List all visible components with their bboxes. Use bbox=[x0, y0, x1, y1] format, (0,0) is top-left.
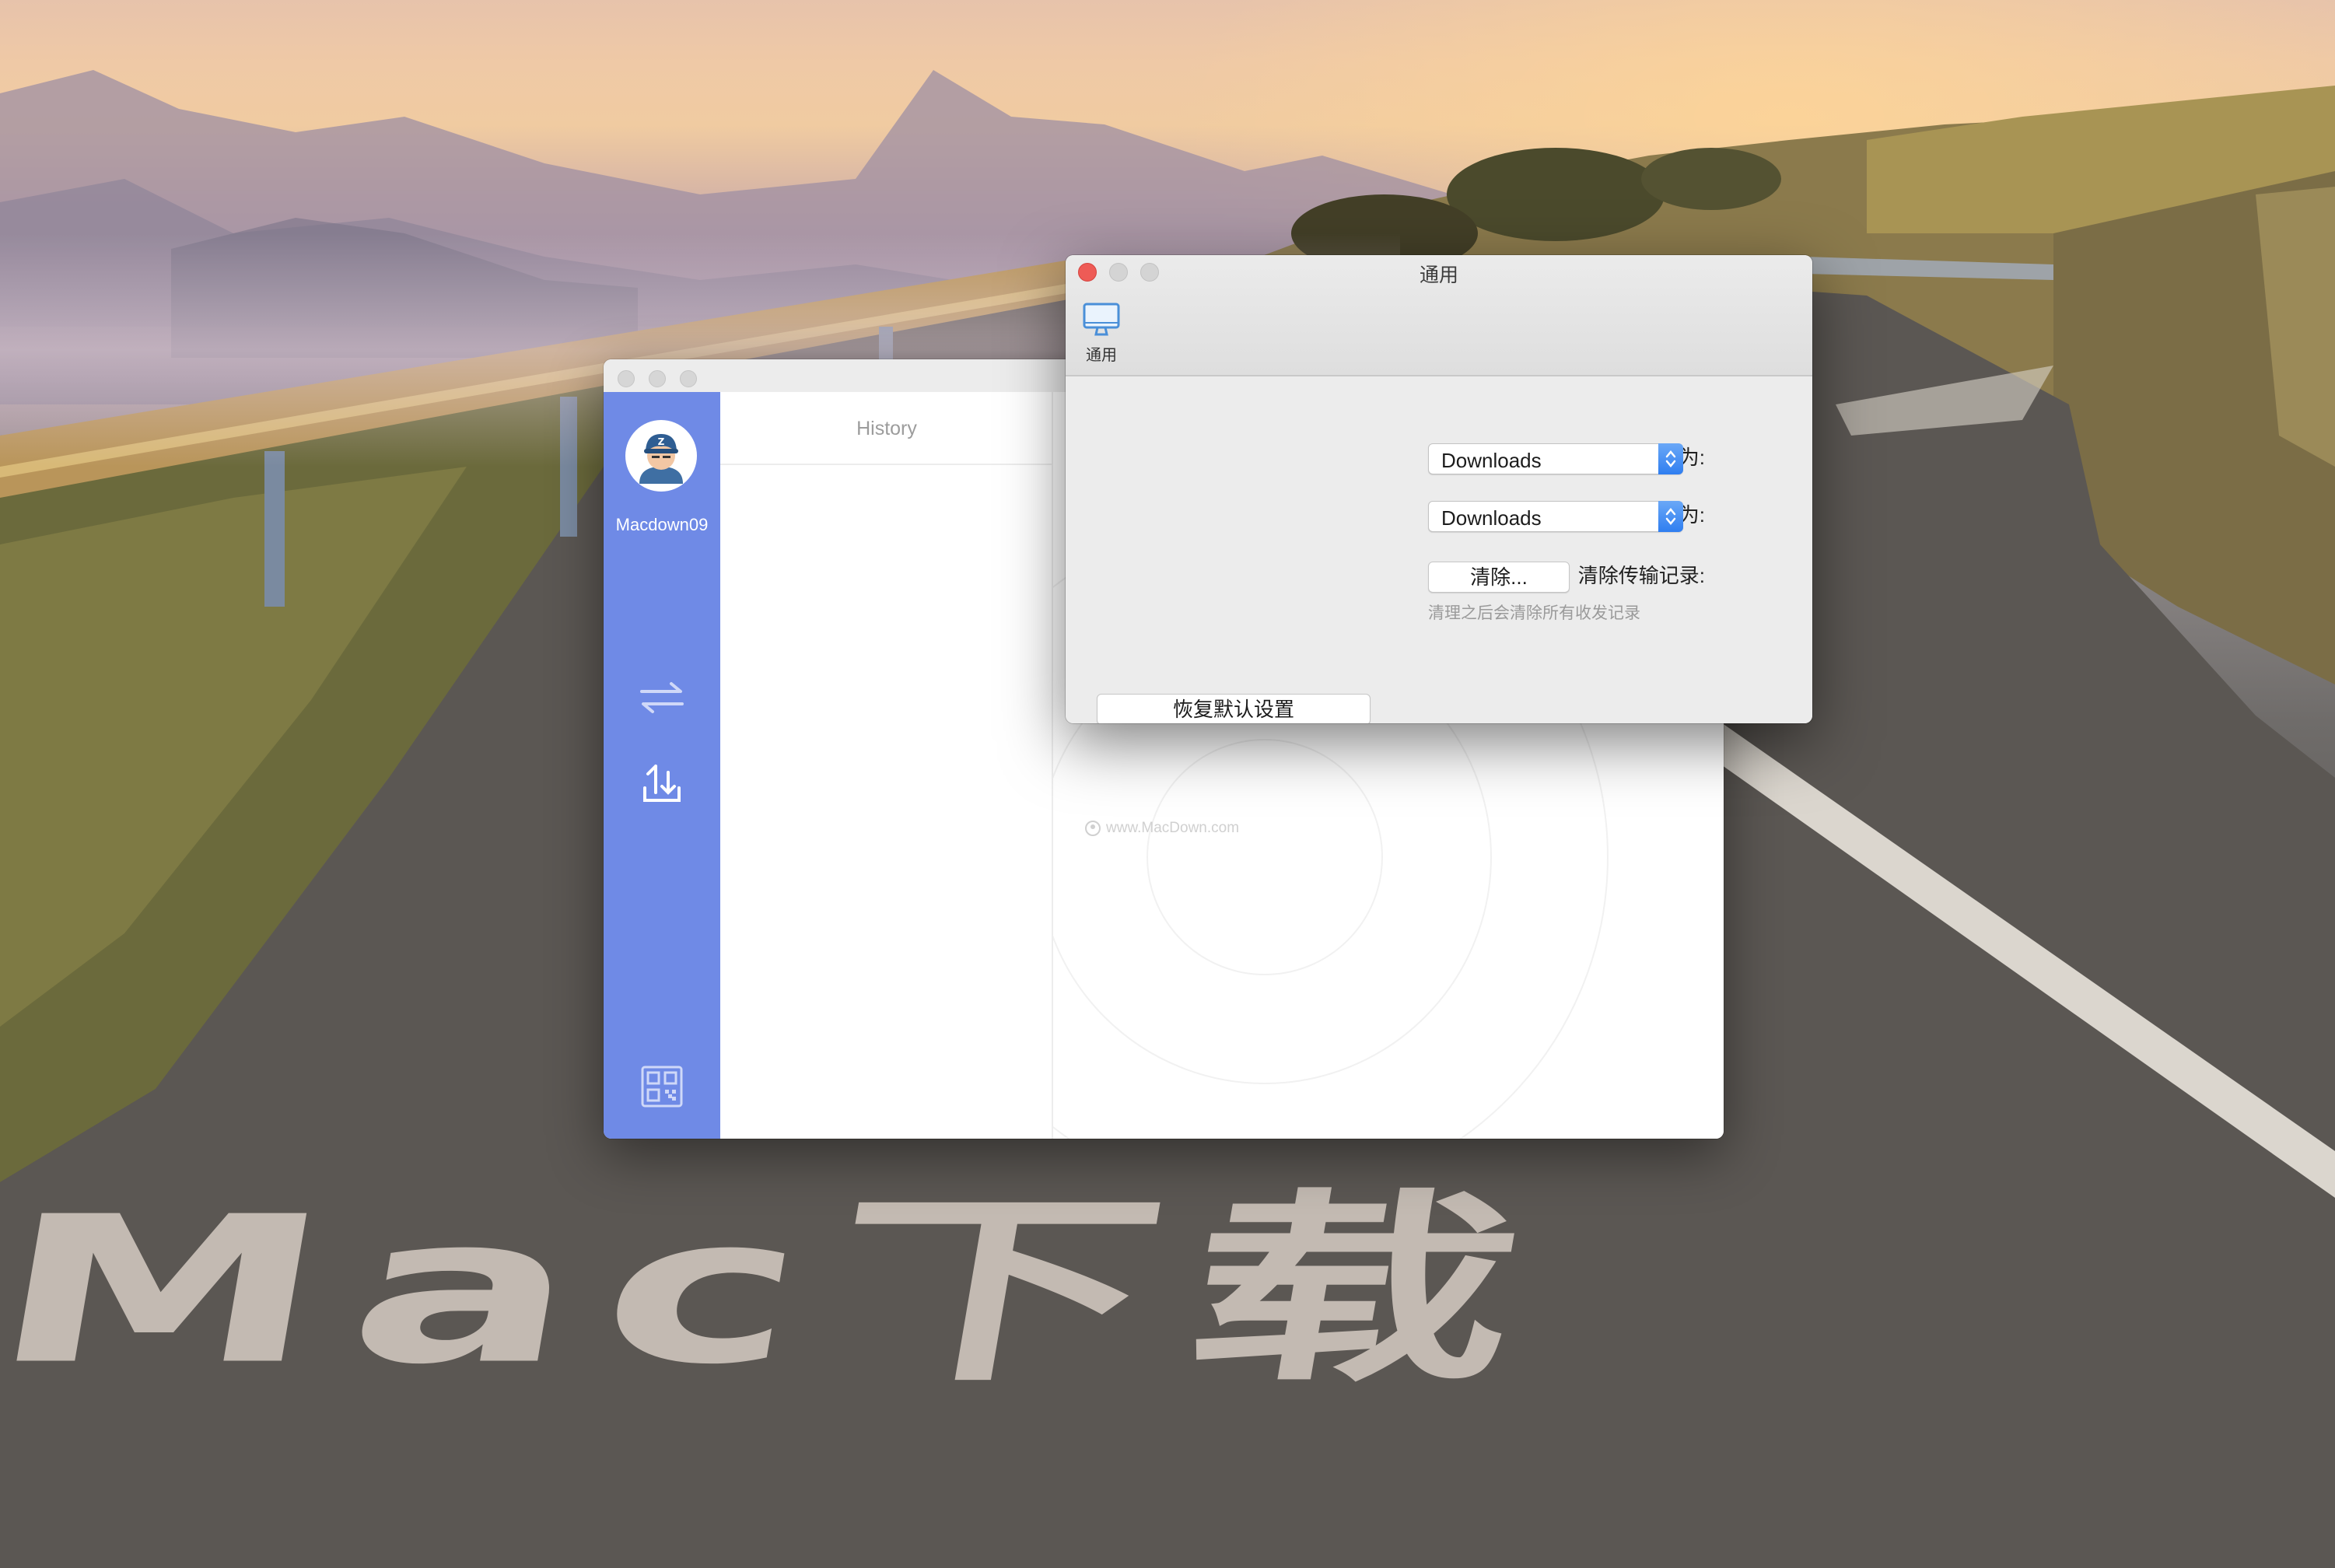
browse-path-select[interactable]: Downloads bbox=[1428, 443, 1683, 474]
upload-icon bbox=[643, 765, 681, 802]
svg-text:Z: Z bbox=[658, 436, 665, 447]
sidebar: Z Macdown09 bbox=[604, 392, 720, 1139]
clear-history-hint: 清理之后会清除所有收发记录 bbox=[1428, 604, 1640, 622]
clear-history-button[interactable]: 清除... bbox=[1428, 562, 1570, 593]
browse-path-value: Downloads bbox=[1441, 449, 1542, 472]
macdown-logo-icon bbox=[1085, 821, 1101, 836]
upload-button[interactable] bbox=[636, 758, 688, 809]
transfer-arrows-icon bbox=[640, 682, 684, 713]
transfer-button[interactable] bbox=[636, 672, 688, 723]
site-watermark-text: www.MacDown.com bbox=[1106, 820, 1240, 836]
monitor-icon bbox=[1083, 303, 1120, 336]
preferences-window: 通用 通用 将浏览路径设置为: Downloads 将备份的路径设置为: Dow… bbox=[1066, 255, 1812, 723]
minimize-button[interactable] bbox=[649, 370, 666, 387]
avatar-icon: Z bbox=[630, 425, 692, 487]
restore-defaults-button[interactable]: 恢复默认设置 bbox=[1097, 694, 1371, 723]
preferences-toolbar[interactable]: 通用 通用 bbox=[1066, 255, 1812, 376]
history-header[interactable]: History bbox=[720, 392, 1053, 465]
tab-general[interactable]: 通用 bbox=[1078, 302, 1125, 369]
chevron-updown-icon bbox=[1658, 501, 1683, 532]
chevron-updown-icon bbox=[1658, 443, 1683, 474]
username: Macdown09 bbox=[615, 515, 709, 534]
backup-path-select[interactable]: Downloads bbox=[1428, 501, 1683, 532]
qr-code-button[interactable] bbox=[636, 1061, 688, 1112]
backup-path-value: Downloads bbox=[1441, 506, 1542, 530]
wallpaper-watermark: Mac下载 bbox=[0, 1173, 1567, 1409]
qr-code-icon bbox=[641, 1066, 683, 1108]
zoom-button[interactable] bbox=[680, 370, 697, 387]
preferences-body: 将浏览路径设置为: Downloads 将备份的路径设置为: Downloads… bbox=[1066, 376, 1812, 723]
close-button[interactable] bbox=[618, 370, 635, 387]
avatar[interactable]: Z bbox=[625, 420, 697, 492]
window-title: 通用 bbox=[1419, 264, 1458, 286]
history-panel: History bbox=[720, 392, 1053, 1139]
site-watermark: www.MacDown.com bbox=[1084, 820, 1239, 837]
tab-general-label: 通用 bbox=[1086, 347, 1117, 364]
